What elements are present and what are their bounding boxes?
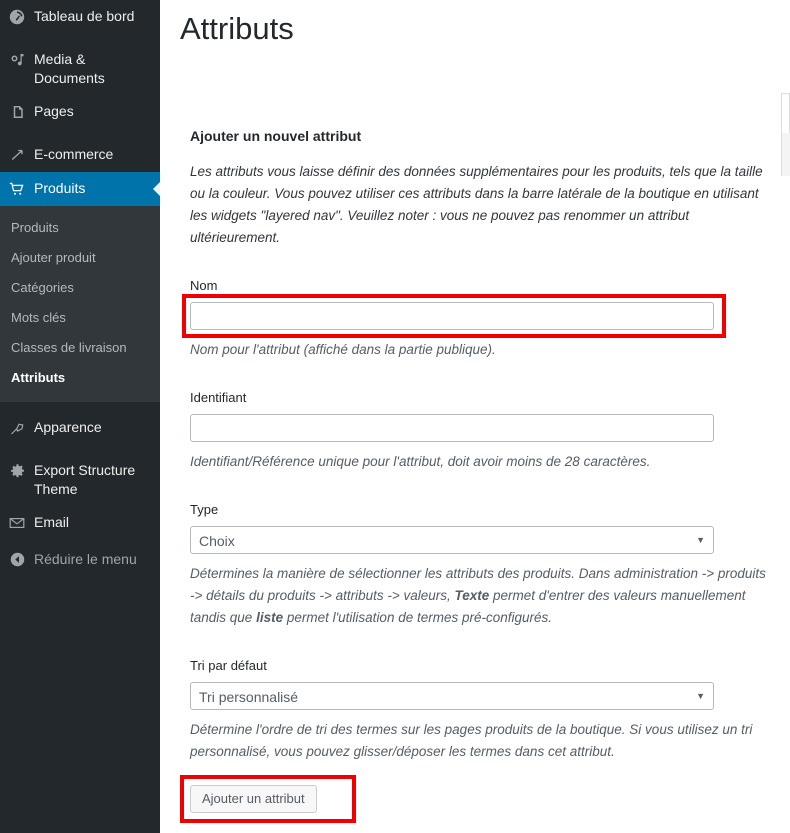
type-desc-bold1: Texte (454, 587, 490, 603)
order-by-select[interactable]: Tri personnalisé (190, 681, 714, 710)
appearance-icon (0, 418, 34, 438)
field-name-description: Nom pour l'attribut (affiché dans la par… (190, 341, 496, 357)
sidebar-divider (0, 129, 160, 138)
produits-submenu: Produits Ajouter produit Catégories Mots… (0, 206, 160, 402)
collapse-menu-button[interactable]: Réduire le menu (0, 540, 160, 579)
type-desc-part3: permet l'utilisation de termes pré-confi… (283, 609, 553, 625)
section-title: Ajouter un nouvel attribut (190, 128, 362, 145)
vertical-scrollbar[interactable] (781, 93, 790, 176)
form-intro-text: Les attributs vous laisse définir des do… (190, 163, 763, 245)
name-input[interactable] (190, 301, 714, 330)
sidebar-divider (0, 402, 160, 411)
field-order-by-description: Détermine l'ordre de tri des termes sur … (190, 721, 753, 759)
sidebar-subitem-attributs[interactable]: Attributs (0, 363, 160, 393)
field-name: Nom Nom pour l'attribut (affiché dans la… (182, 277, 790, 361)
field-name-label: Nom (190, 277, 218, 293)
sidebar-item-export-structure-theme[interactable]: Export Structure Theme (0, 454, 160, 506)
sidebar-item-label: E-commerce (34, 146, 114, 162)
content-panel: Attributs Ajouter un nouvel attribut Les… (160, 0, 790, 833)
sidebar-item-media-documents[interactable]: Media & Documents (0, 43, 160, 95)
collapse-left-icon (0, 550, 34, 569)
sidebar-item-label: Email (34, 514, 70, 530)
cart-icon (0, 179, 34, 199)
sidebar-item-apparence[interactable]: Apparence (0, 411, 160, 445)
admin-sidebar: Tableau de bord Media & Documents Pages … (0, 0, 160, 833)
sidebar-divider (0, 34, 160, 43)
sidebar-item-label: Tableau de bord (34, 8, 135, 24)
field-type-description: Détermines la manière de sélectionner le… (190, 563, 770, 629)
slug-input[interactable] (190, 413, 714, 442)
sidebar-item-pages[interactable]: Pages (0, 95, 160, 129)
field-order-by: Tri par défaut Tri personnalisé ▼ Déterm… (190, 657, 790, 763)
media-icon (0, 50, 34, 70)
sidebar-item-tableau-de-bord[interactable]: Tableau de bord (0, 0, 160, 34)
field-slug-label: Identifiant (190, 389, 247, 405)
type-desc-bold2: liste (256, 609, 284, 625)
sidebar-item-e-commerce[interactable]: E-commerce (0, 138, 160, 172)
scrollbar-thumb[interactable] (782, 133, 790, 176)
sidebar-item-label: Apparence (34, 419, 102, 435)
sidebar-subitem-classes-de-livraison[interactable]: Classes de livraison (0, 333, 160, 363)
sidebar-item-label: Media & Documents (34, 51, 105, 86)
sidebar-item-label: Export Structure Theme (34, 462, 136, 497)
field-slug: Identifiant Identifiant/Référence unique… (190, 389, 790, 473)
field-order-by-label: Tri par défaut (190, 657, 267, 673)
field-type: Type Choix ▼ Détermines la manière de sé… (190, 501, 790, 629)
type-select[interactable]: Choix (190, 525, 714, 554)
field-slug-description: Identifiant/Référence unique pour l'attr… (190, 453, 651, 469)
main-body: Attributs Ajouter un nouvel attribut Les… (160, 0, 790, 833)
add-attribute-form: Ajouter un nouvel attribut Les attributs… (160, 127, 790, 823)
sidebar-item-label: Pages (34, 103, 74, 119)
sidebar-item-label: Produits (34, 180, 86, 196)
sidebar-divider (0, 445, 160, 454)
field-type-label: Type (190, 501, 219, 517)
order-by-select-wrapper[interactable]: Tri personnalisé ▼ (190, 681, 714, 710)
sidebar-item-email[interactable]: Email (0, 506, 160, 540)
sidebar-item-produits[interactable]: Produits (0, 172, 160, 206)
sidebar-subitem-ajouter-produit[interactable]: Ajouter produit (0, 243, 160, 273)
ecommerce-icon (0, 145, 34, 165)
pages-icon (0, 102, 34, 122)
submit-area: Ajouter un attribut (180, 774, 356, 823)
type-select-wrapper[interactable]: Choix ▼ (190, 525, 714, 554)
page-title: Attributs (180, 11, 294, 46)
gear-icon (0, 461, 34, 481)
add-attribute-button[interactable]: Ajouter un attribut (190, 784, 317, 813)
envelope-icon (0, 513, 34, 533)
sidebar-subitem-produits[interactable]: Produits (0, 213, 160, 243)
dashboard-icon (0, 7, 34, 27)
collapse-menu-label: Réduire le menu (34, 551, 137, 567)
current-menu-arrow-icon (153, 181, 160, 197)
sidebar-subitem-categories[interactable]: Catégories (0, 273, 160, 303)
sidebar-subitem-mots-cles[interactable]: Mots clés (0, 303, 160, 333)
